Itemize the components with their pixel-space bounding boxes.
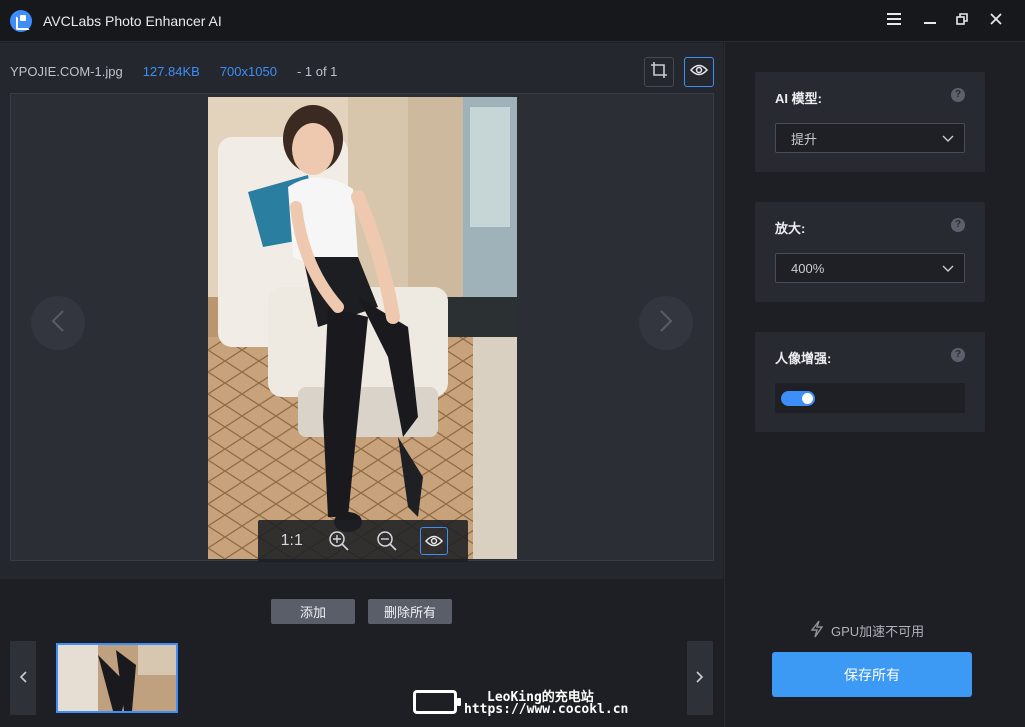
settings-pane: AI 模型: ? 提升 放大: ? 400% 人像增强: ? GPU加速不可用: [724, 43, 1025, 727]
photo-preview: [208, 97, 517, 559]
zoom-out-icon[interactable]: [373, 527, 401, 555]
zoom-toolbar: 1:1: [258, 520, 468, 562]
chevron-down-icon: [942, 262, 954, 277]
save-all-button[interactable]: 保存所有: [772, 652, 972, 697]
ai-model-label: AI 模型:: [775, 91, 822, 106]
preview-pane: YPOJIE.COM-1.jpg 127.84KB 700x1050 - 1 o…: [0, 43, 723, 579]
chevron-down-icon: [942, 132, 954, 147]
face-enhance-toggle[interactable]: [781, 391, 815, 406]
file-count: - 1 of 1: [296, 64, 338, 79]
title-bar: AVCLabs Photo Enhancer AI: [0, 0, 1025, 42]
actual-size-button[interactable]: 1:1: [278, 527, 306, 555]
lightning-icon: [810, 620, 824, 641]
file-dimensions: 700x1050: [219, 64, 277, 79]
preview-toggle-eye-icon[interactable]: [420, 527, 449, 555]
close-icon[interactable]: [986, 11, 1006, 31]
image-thumbnail[interactable]: [56, 643, 178, 713]
zoom-in-icon[interactable]: [325, 527, 353, 555]
chevron-left-icon: [51, 309, 65, 338]
gpu-status: GPU加速不可用: [810, 620, 925, 641]
chevron-right-icon: [696, 670, 704, 686]
watermark: LeoKing的充电站 https://www.cocokl.cn: [411, 684, 628, 722]
ai-model-value: 提升: [791, 131, 818, 147]
watermark-line2: https://www.cocokl.cn: [464, 702, 629, 717]
face-enhance-card: 人像增强: ?: [755, 332, 985, 432]
app-title: AVCLabs Photo Enhancer AI: [43, 13, 222, 29]
add-button[interactable]: 添加: [271, 599, 355, 624]
file-size: 127.84KB: [142, 64, 200, 79]
image-canvas[interactable]: 1:1: [10, 93, 714, 562]
next-image-button[interactable]: [639, 296, 693, 350]
ai-model-card: AI 模型: ? 提升: [755, 72, 985, 172]
upscale-value: 400%: [791, 260, 825, 276]
help-icon[interactable]: ?: [951, 218, 965, 232]
face-enhance-label: 人像增强:: [775, 351, 832, 366]
menu-icon[interactable]: [884, 11, 904, 31]
strip-scroll-right-button[interactable]: [687, 641, 713, 715]
upscale-select[interactable]: 400%: [775, 253, 965, 283]
battery-icon: [413, 690, 461, 714]
gpu-status-text: GPU加速不可用: [831, 624, 925, 639]
face-enhance-row: [775, 383, 965, 413]
chevron-left-icon: [19, 670, 27, 686]
file-name: YPOJIE.COM-1.jpg: [10, 64, 123, 79]
upscale-card: 放大: ? 400%: [755, 202, 985, 302]
upscale-label: 放大:: [775, 221, 806, 236]
file-info: YPOJIE.COM-1.jpg 127.84KB 700x1050 - 1 o…: [10, 64, 337, 79]
minimize-icon[interactable]: [920, 11, 940, 31]
eye-icon: [689, 63, 709, 81]
delete-all-button[interactable]: 删除所有: [368, 599, 452, 624]
previous-image-button[interactable]: [31, 296, 85, 350]
crop-icon: [650, 61, 668, 84]
help-icon[interactable]: ?: [951, 348, 965, 362]
compare-preview-button[interactable]: [684, 57, 714, 87]
app-logo-icon: [10, 10, 32, 32]
strip-scroll-left-button[interactable]: [10, 641, 36, 715]
help-icon[interactable]: ?: [951, 88, 965, 102]
restore-icon[interactable]: [952, 11, 972, 31]
crop-button[interactable]: [644, 57, 674, 87]
ai-model-select[interactable]: 提升: [775, 123, 965, 153]
chevron-right-icon: [659, 309, 673, 338]
